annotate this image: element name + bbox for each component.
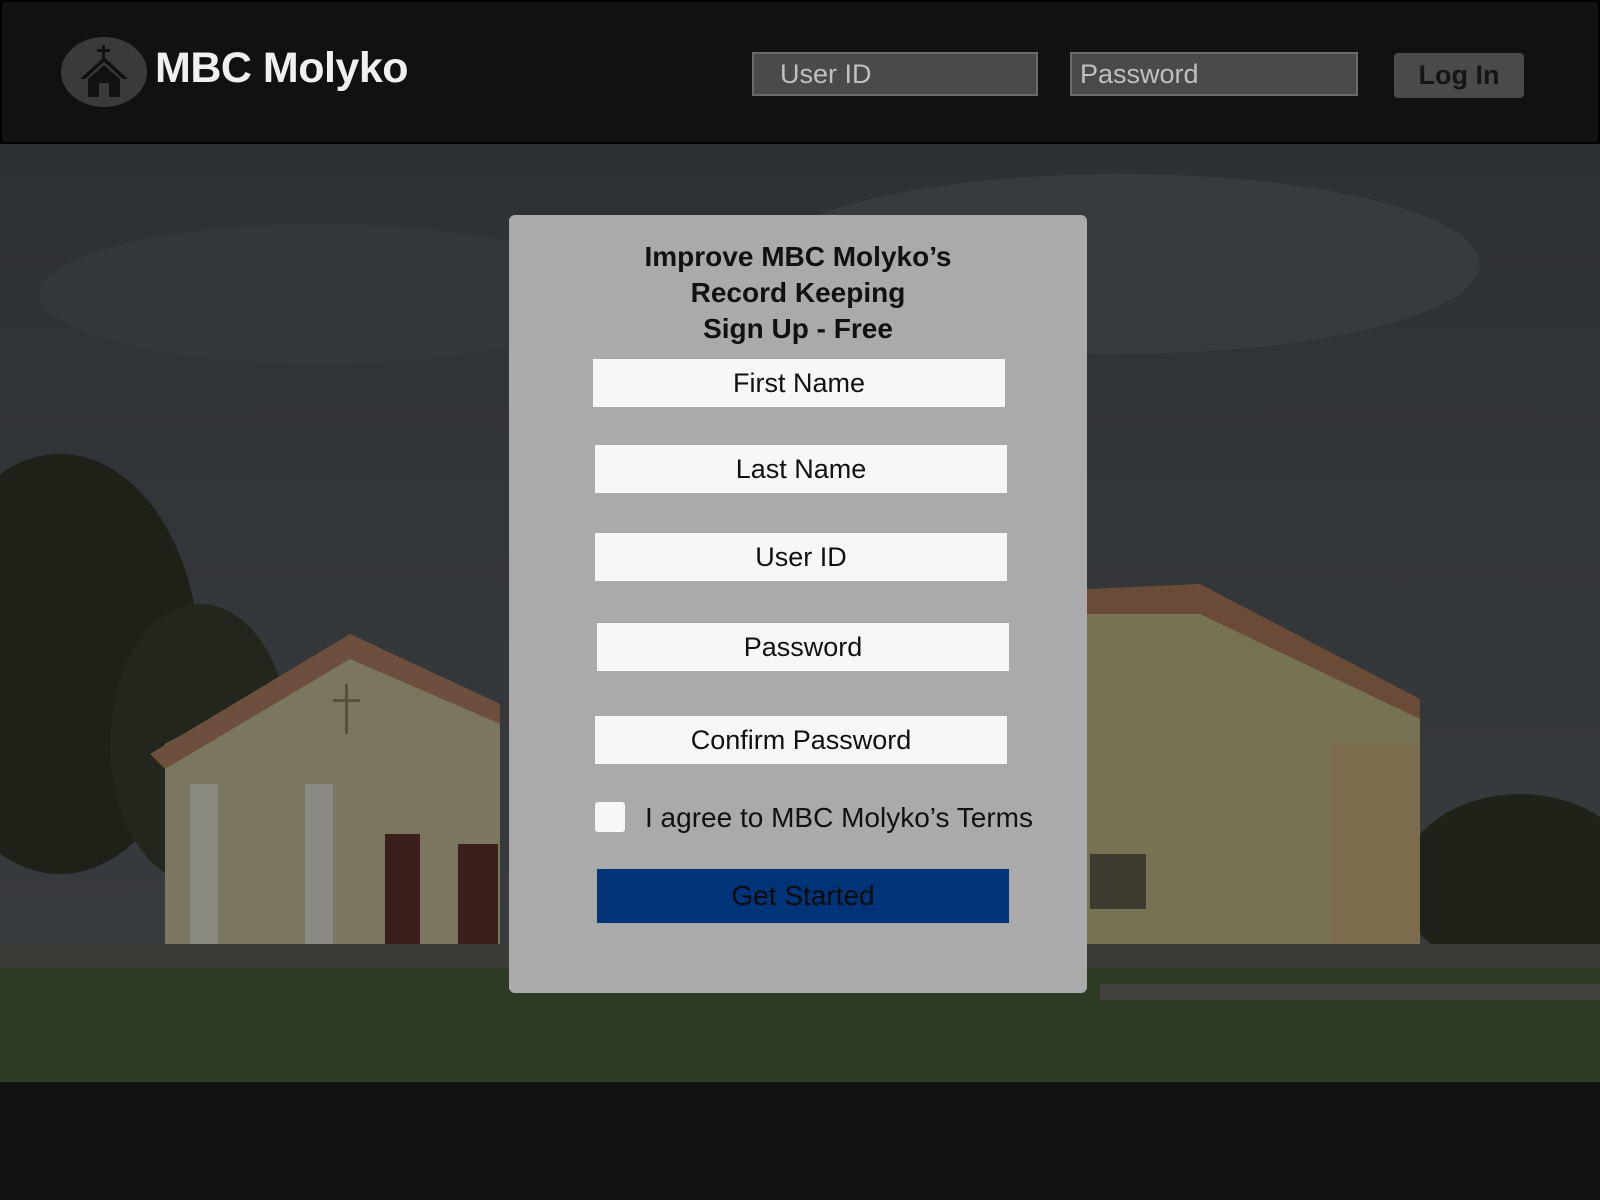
header-userid-input[interactable] xyxy=(752,52,1038,96)
signup-card: Improve MBC Molyko’s Record Keeping Sign… xyxy=(509,215,1087,993)
signup-userid-input[interactable] xyxy=(595,533,1007,581)
signup-title-line: Sign Up - Free xyxy=(703,313,893,344)
get-started-button[interactable]: Get Started xyxy=(597,869,1009,923)
church-icon xyxy=(61,37,147,107)
signup-title-line: Record Keeping xyxy=(690,277,906,308)
top-bar: MBC Molyko Log In xyxy=(0,0,1600,144)
confirm-password-input[interactable] xyxy=(595,716,1007,764)
signup-password-input[interactable] xyxy=(597,623,1009,671)
last-name-input[interactable] xyxy=(595,445,1007,493)
terms-checkbox[interactable] xyxy=(595,802,625,832)
login-button[interactable]: Log In xyxy=(1394,53,1524,98)
first-name-input[interactable] xyxy=(593,359,1005,407)
header-password-input[interactable] xyxy=(1070,52,1358,96)
site-title: MBC Molyko xyxy=(155,44,409,92)
signup-title-line: Improve MBC Molyko’s xyxy=(644,241,952,272)
signup-title: Improve MBC Molyko’s Record Keeping Sign… xyxy=(509,239,1087,347)
terms-label: I agree to MBC Molyko’s Terms xyxy=(645,802,1033,833)
